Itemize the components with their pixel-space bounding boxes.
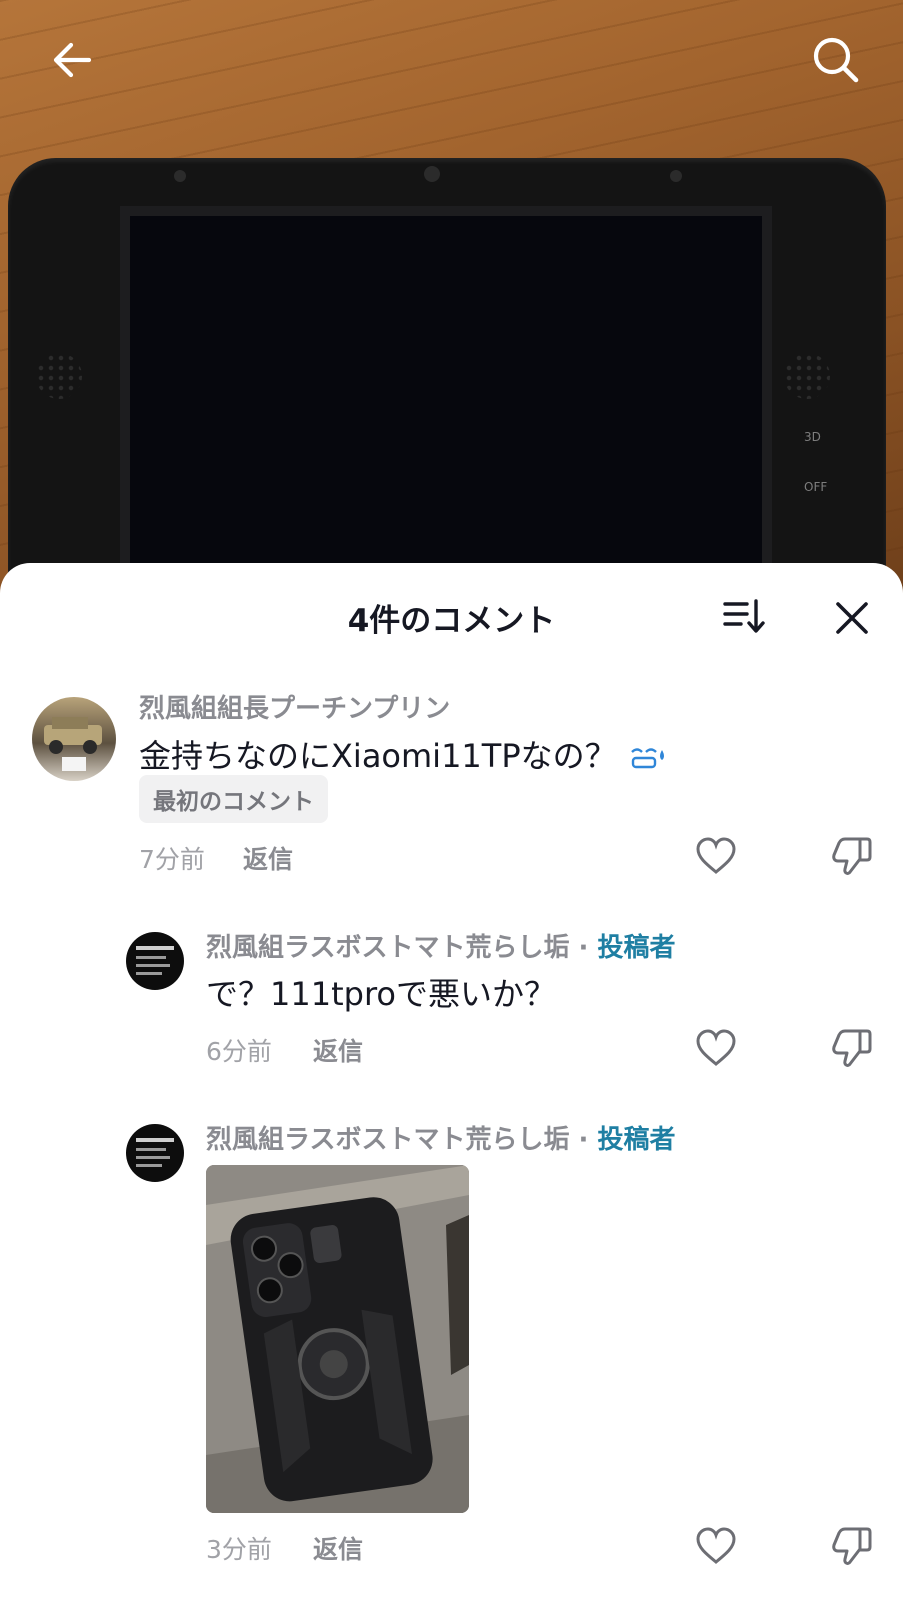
username-text: 烈風組ラスボストマト荒らし垢 xyxy=(206,1125,570,1155)
like-button[interactable] xyxy=(690,830,742,882)
comment-time: 6分前 xyxy=(206,1037,272,1066)
device-camera xyxy=(424,166,440,182)
username-separator: · xyxy=(569,1125,598,1155)
comment-time: 7分前 xyxy=(139,845,205,874)
avatar[interactable] xyxy=(126,1124,184,1182)
comment-username[interactable]: 烈風組組長プーチンプリン xyxy=(139,688,450,725)
close-button[interactable] xyxy=(824,590,880,646)
author-tag: 投稿者 xyxy=(597,933,676,963)
device-screen xyxy=(120,206,772,600)
dislike-icon xyxy=(832,1527,872,1565)
dislike-icon xyxy=(832,837,872,875)
device-speaker-left xyxy=(36,353,82,399)
device-screw xyxy=(670,170,682,182)
device-photo: 3D OFF xyxy=(8,158,886,600)
device-label-off: OFF xyxy=(804,480,828,494)
device-screw xyxy=(174,170,186,182)
avatar[interactable] xyxy=(32,697,116,781)
like-button[interactable] xyxy=(690,1520,742,1572)
heart-icon xyxy=(696,1527,736,1564)
username-text: 烈風組ラスボストマト荒らし垢 xyxy=(206,933,570,963)
reply-button[interactable]: 返信 xyxy=(313,1032,363,1068)
reply-button[interactable]: 返信 xyxy=(313,1530,363,1566)
profile-avatar-icon xyxy=(136,1138,174,1167)
search-icon xyxy=(813,37,859,83)
video-background: 3D OFF xyxy=(0,0,903,600)
device-label-3d: 3D xyxy=(804,430,821,444)
comment-text-body: 金持ちなのにXiaomi11TPなの？ xyxy=(139,737,617,775)
dislike-button[interactable] xyxy=(826,830,878,882)
comment-username[interactable]: 烈風組ラスボストマト荒らし垢 · 投稿者 xyxy=(206,927,675,964)
search-button[interactable] xyxy=(808,32,864,88)
heart-icon xyxy=(696,1029,736,1066)
device-speaker-right xyxy=(784,353,830,399)
vehicle-avatar-icon xyxy=(44,717,102,771)
dislike-icon xyxy=(832,1029,872,1067)
username-separator: · xyxy=(569,933,598,963)
author-tag: 投稿者 xyxy=(597,1125,676,1155)
avatar[interactable] xyxy=(126,932,184,990)
profile-avatar-icon xyxy=(136,946,174,975)
dislike-button[interactable] xyxy=(826,1520,878,1572)
back-arrow-icon xyxy=(53,42,92,78)
reply-button[interactable]: 返信 xyxy=(243,840,293,876)
heart-icon xyxy=(696,837,736,874)
phone-case-image xyxy=(206,1165,469,1513)
dislike-button[interactable] xyxy=(826,1022,878,1074)
comment-username[interactable]: 烈風組ラスボストマト荒らし垢 · 投稿者 xyxy=(206,1119,675,1156)
first-comment-badge: 最初のコメント xyxy=(139,775,328,823)
comment-text: で？111tproで悪いか？ xyxy=(206,975,556,1013)
comment-time: 3分前 xyxy=(206,1535,272,1564)
sort-icon xyxy=(723,599,765,633)
comment-text: 金持ちなのにXiaomi11TPなの？ xyxy=(139,731,667,777)
comment-photo[interactable] xyxy=(206,1165,469,1513)
sweat-emoji-icon xyxy=(630,748,664,769)
like-button[interactable] xyxy=(690,1022,742,1074)
back-button[interactable] xyxy=(44,32,100,88)
sort-button[interactable] xyxy=(716,588,772,644)
close-icon xyxy=(836,602,868,634)
